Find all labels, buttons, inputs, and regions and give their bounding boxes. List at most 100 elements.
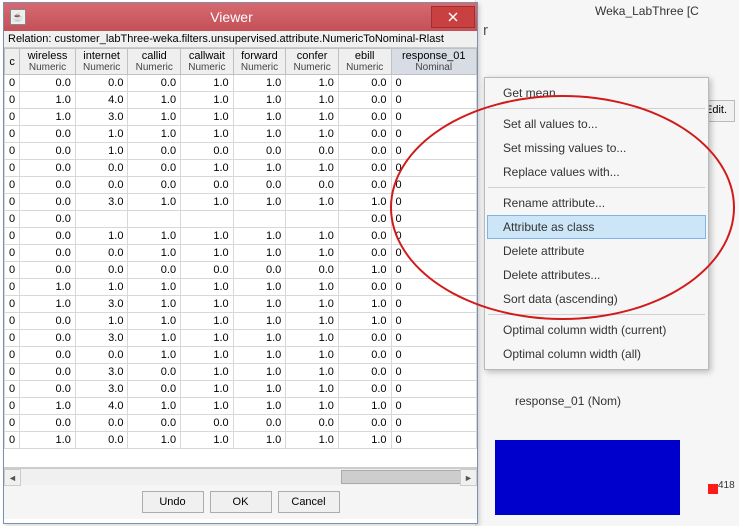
- table-cell[interactable]: 1.0: [181, 228, 234, 245]
- table-cell[interactable]: 0.0: [20, 143, 76, 160]
- table-cell[interactable]: 0: [391, 228, 477, 245]
- table-cell[interactable]: 0.0: [338, 330, 391, 347]
- table-cell[interactable]: 1.0: [286, 279, 339, 296]
- table-row[interactable]: 00.03.01.01.01.01.01.00: [5, 194, 477, 211]
- table-cell[interactable]: 1.0: [338, 432, 391, 449]
- table-cell[interactable]: 1.0: [128, 296, 181, 313]
- table-cell[interactable]: 1.0: [20, 296, 76, 313]
- column-header-callwait[interactable]: callwaitNumeric: [181, 49, 234, 75]
- table-row[interactable]: 01.01.01.01.01.01.00.00: [5, 279, 477, 296]
- data-table[interactable]: cwirelessNumericinternetNumericcallidNum…: [4, 48, 477, 449]
- table-cell[interactable]: 0: [391, 75, 477, 92]
- horizontal-scrollbar[interactable]: ◄ ►: [4, 468, 477, 485]
- table-cell[interactable]: 1.0: [181, 313, 234, 330]
- table-cell[interactable]: 1.0: [181, 109, 234, 126]
- table-cell[interactable]: 1.0: [286, 398, 339, 415]
- table-cell[interactable]: 1.0: [233, 245, 286, 262]
- table-cell[interactable]: 0.0: [338, 143, 391, 160]
- scroll-thumb[interactable]: [341, 470, 461, 484]
- close-button[interactable]: [431, 6, 475, 28]
- table-cell[interactable]: 0: [391, 381, 477, 398]
- table-cell[interactable]: 0.0: [75, 160, 128, 177]
- column-header-confer[interactable]: conferNumeric: [286, 49, 339, 75]
- table-cell[interactable]: 0: [5, 279, 20, 296]
- table-cell[interactable]: 4.0: [75, 92, 128, 109]
- table-row[interactable]: 00.00.00.00.00.00.01.00: [5, 262, 477, 279]
- table-cell[interactable]: 1.0: [286, 75, 339, 92]
- table-cell[interactable]: 1.0: [128, 313, 181, 330]
- table-cell[interactable]: [75, 211, 128, 228]
- menu-item-attribute-as-class[interactable]: Attribute as class: [487, 215, 706, 239]
- table-cell[interactable]: 1.0: [233, 381, 286, 398]
- table-cell[interactable]: 0.0: [20, 160, 76, 177]
- table-cell[interactable]: 0: [5, 92, 20, 109]
- table-cell[interactable]: 0.0: [338, 92, 391, 109]
- table-cell[interactable]: 0.0: [20, 313, 76, 330]
- table-cell[interactable]: 3.0: [75, 109, 128, 126]
- table-cell[interactable]: 0: [391, 432, 477, 449]
- table-cell[interactable]: 1.0: [75, 126, 128, 143]
- table-cell[interactable]: 1.0: [286, 381, 339, 398]
- table-cell[interactable]: 1.0: [128, 330, 181, 347]
- table-cell[interactable]: 1.0: [233, 194, 286, 211]
- table-cell[interactable]: 1.0: [233, 296, 286, 313]
- table-cell[interactable]: 0.0: [181, 143, 234, 160]
- table-cell[interactable]: 0: [5, 330, 20, 347]
- table-cell[interactable]: 1.0: [233, 75, 286, 92]
- table-cell[interactable]: 0: [391, 296, 477, 313]
- table-cell[interactable]: 0.0: [20, 381, 76, 398]
- table-cell[interactable]: 0.0: [20, 194, 76, 211]
- table-cell[interactable]: 0.0: [338, 177, 391, 194]
- table-row[interactable]: 00.01.01.01.01.01.01.00: [5, 313, 477, 330]
- table-cell[interactable]: 1.0: [233, 126, 286, 143]
- table-cell[interactable]: 1.0: [20, 279, 76, 296]
- ok-button[interactable]: OK: [210, 491, 272, 513]
- table-cell[interactable]: 1.0: [181, 398, 234, 415]
- table-cell[interactable]: 0: [5, 245, 20, 262]
- table-cell[interactable]: 0.0: [75, 415, 128, 432]
- table-cell[interactable]: 1.0: [338, 296, 391, 313]
- table-cell[interactable]: 1.0: [286, 92, 339, 109]
- table-cell[interactable]: 1.0: [286, 296, 339, 313]
- table-cell[interactable]: 0: [5, 432, 20, 449]
- data-table-wrap[interactable]: cwirelessNumericinternetNumericcallidNum…: [4, 48, 477, 468]
- table-cell[interactable]: 1.0: [75, 279, 128, 296]
- table-cell[interactable]: 0: [391, 330, 477, 347]
- table-cell[interactable]: 1.0: [181, 347, 234, 364]
- table-cell[interactable]: 1.0: [128, 228, 181, 245]
- table-cell[interactable]: [181, 211, 234, 228]
- table-cell[interactable]: 0.0: [338, 228, 391, 245]
- table-cell[interactable]: 0.0: [128, 381, 181, 398]
- table-cell[interactable]: 0.0: [233, 143, 286, 160]
- menu-item-optimal-column-width-all[interactable]: Optimal column width (all): [487, 342, 706, 366]
- table-cell[interactable]: 0.0: [233, 262, 286, 279]
- table-cell[interactable]: 1.0: [286, 364, 339, 381]
- table-cell[interactable]: 1.0: [233, 398, 286, 415]
- table-cell[interactable]: 0.0: [75, 432, 128, 449]
- table-cell[interactable]: 0: [5, 296, 20, 313]
- table-cell[interactable]: 0.0: [181, 177, 234, 194]
- table-cell[interactable]: 1.0: [181, 194, 234, 211]
- table-cell[interactable]: 0: [5, 347, 20, 364]
- table-cell[interactable]: 1.0: [286, 109, 339, 126]
- table-cell[interactable]: 0: [5, 262, 20, 279]
- table-cell[interactable]: 0.0: [20, 262, 76, 279]
- table-cell[interactable]: 0: [5, 313, 20, 330]
- table-cell[interactable]: 1.0: [233, 313, 286, 330]
- table-cell[interactable]: 0: [5, 364, 20, 381]
- table-row[interactable]: 01.04.01.01.01.01.00.00: [5, 92, 477, 109]
- column-header-response_01[interactable]: response_01Nominal: [391, 49, 477, 75]
- column-header-forward[interactable]: forwardNumeric: [233, 49, 286, 75]
- table-cell[interactable]: 0: [391, 160, 477, 177]
- table-cell[interactable]: 1.0: [181, 381, 234, 398]
- menu-item-delete-attribute[interactable]: Delete attribute: [487, 239, 706, 263]
- table-cell[interactable]: 0.0: [338, 381, 391, 398]
- table-cell[interactable]: 0.0: [338, 160, 391, 177]
- menu-item-set-all-values-to[interactable]: Set all values to...: [487, 112, 706, 136]
- table-cell[interactable]: 0: [5, 177, 20, 194]
- table-cell[interactable]: 0: [391, 262, 477, 279]
- table-cell[interactable]: 1.0: [128, 347, 181, 364]
- table-cell[interactable]: 3.0: [75, 330, 128, 347]
- table-cell[interactable]: 1.0: [128, 92, 181, 109]
- table-cell[interactable]: 0.0: [75, 245, 128, 262]
